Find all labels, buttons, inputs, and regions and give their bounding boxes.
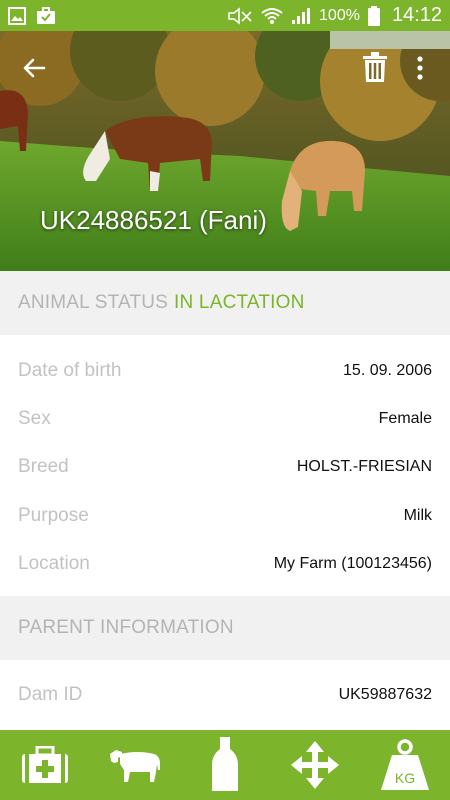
milk-button[interactable] [195, 737, 255, 793]
animal-photo-header: UK24886521 (Fani) [0, 31, 450, 271]
cow-icon [110, 750, 160, 782]
weight-unit-label: KG [395, 770, 415, 786]
weight-icon: KG [381, 739, 429, 790]
status-bar: 100% 14:12 [0, 0, 450, 31]
animal-status-label: ANIMAL STATUS [18, 292, 169, 313]
detail-row-location: Location My Farm (100123456) [0, 540, 450, 588]
mute-icon [228, 6, 252, 25]
health-button[interactable] [15, 737, 75, 793]
briefcase-check-icon [37, 6, 55, 24]
animal-status-value: IN LACTATION [174, 292, 305, 313]
detail-row-purpose: Purpose Milk [0, 492, 450, 540]
detail-row-dam-id: Dam ID UK59887632 [0, 671, 450, 719]
detail-label: Date of birth [18, 360, 122, 381]
animal-status-header: ANIMAL STATUS IN LACTATION [0, 271, 450, 335]
animal-title: UK24886521 (Fani) [40, 205, 267, 235]
detail-value: HOLST.-FRIESIAN [296, 458, 432, 475]
move-arrows-icon [291, 741, 339, 789]
signal-icon [292, 7, 311, 24]
detail-label: Breed [18, 456, 69, 477]
back-arrow-icon[interactable] [20, 53, 50, 83]
medical-kit-icon [22, 746, 68, 783]
weight-button[interactable]: KG [375, 737, 435, 793]
milk-bottle-icon [212, 737, 238, 791]
bottom-toolbar: KG [0, 730, 450, 800]
detail-row-date-of-birth: Date of birth 15. 09. 2006 [0, 347, 450, 395]
battery-icon [367, 5, 380, 26]
detail-row-sex: Sex Female [0, 395, 450, 443]
parent-information-header: PARENT INFORMATION [0, 596, 450, 660]
wifi-icon [261, 7, 283, 24]
image-icon [8, 6, 26, 25]
detail-label: Purpose [18, 505, 89, 526]
detail-label: Sex [18, 408, 51, 429]
battery-percent: 100% [319, 6, 360, 24]
clock: 14:12 [391, 4, 442, 26]
detail-row-breed: Breed HOLST.-FRIESIAN [0, 443, 450, 491]
detail-value: Female [378, 410, 432, 427]
detail-value: UK59887632 [338, 686, 432, 703]
trash-icon[interactable] [361, 51, 389, 83]
detail-value: 15. 09. 2006 [343, 362, 432, 379]
detail-value: Milk [403, 507, 432, 524]
animal-button[interactable] [105, 737, 165, 793]
detail-label: Location [18, 553, 90, 574]
move-button[interactable] [285, 737, 345, 793]
more-vert-icon[interactable] [410, 53, 430, 83]
detail-label: Dam ID [18, 684, 83, 705]
parent-information-title: PARENT INFORMATION [18, 617, 234, 638]
detail-value: My Farm (100123456) [273, 555, 432, 572]
